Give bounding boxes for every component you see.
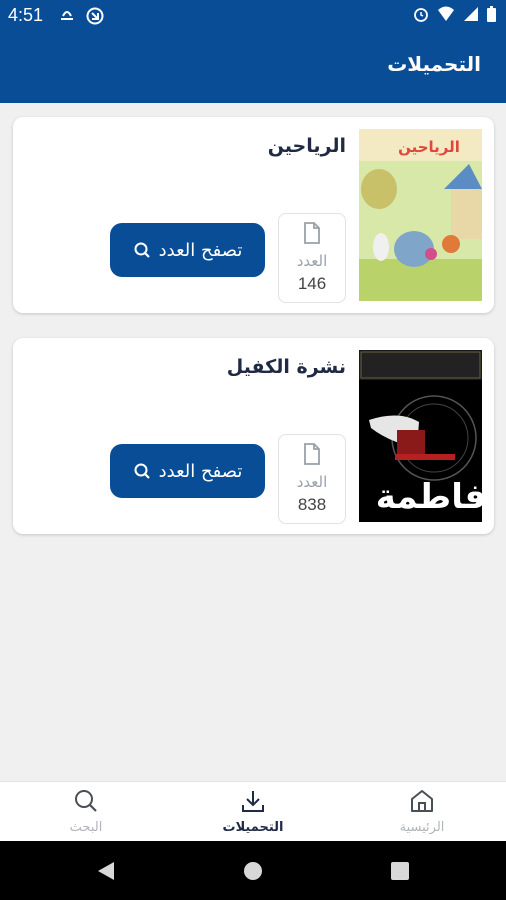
nav-label-downloads: التحميلات [222, 820, 284, 835]
wifi-icon [438, 6, 454, 21]
issue-count-label: العدد [296, 252, 328, 270]
nav-item-downloads[interactable]: التحميلات [193, 788, 313, 835]
alarm-icon [414, 8, 428, 22]
browse-issue-button[interactable]: تصفح العدد [110, 223, 265, 277]
magazine-title: نشرة الكفيل [226, 356, 346, 378]
recents-icon[interactable] [391, 862, 409, 880]
bottom-navigation: البحث التحميلات الرئيسية [0, 781, 506, 842]
page-title: التحميلات [387, 52, 481, 76]
system-navigation-bar [0, 841, 506, 900]
status-bar: 4:51 [0, 0, 506, 30]
nav-label-search: البحث [69, 820, 103, 835]
status-time: 4:51 [8, 5, 44, 25]
search-icon [75, 790, 97, 812]
nav-item-search[interactable]: البحث [26, 788, 146, 835]
battery-icon [487, 6, 496, 22]
browse-issue-label: تصفح العدد [158, 239, 243, 261]
issue-count-box: العدد 146 [278, 213, 346, 303]
magazine-cover-image[interactable]: الرياحين [359, 129, 482, 301]
issue-count-box: العدد 838 [278, 434, 346, 524]
magazine-title: الرياحين [267, 135, 346, 157]
home-icon [411, 790, 433, 812]
nav-label-home: الرئيسية [399, 820, 445, 835]
document-icon [304, 443, 320, 465]
sync-notification-icon [86, 7, 104, 25]
browse-issue-button[interactable]: تصفح العدد [110, 444, 265, 498]
browse-issue-label: تصفح العدد [158, 460, 243, 482]
signal-icon [464, 7, 478, 21]
magazine-card: فاطمة نشرة الكفيل العدد 838 تصفح العدد [13, 338, 494, 534]
magazine-cover-image[interactable]: فاطمة [359, 350, 482, 522]
app-bar: التحميلات [0, 30, 506, 103]
magazine-card: الرياحين الرياحين العدد 146 تصفح العدد [13, 117, 494, 313]
cover-logo-text: الرياحين [398, 138, 460, 156]
cover-logo-text: فاطمة [376, 477, 482, 517]
upload-notification-icon [61, 11, 73, 20]
downloads-list[interactable]: الرياحين الرياحين العدد 146 تصفح العدد ف… [0, 103, 506, 781]
issue-count-value: 838 [297, 495, 327, 514]
search-icon [134, 242, 150, 258]
download-icon [242, 791, 264, 812]
nav-item-home[interactable]: الرئيسية [362, 788, 482, 835]
issue-count-label: العدد [296, 473, 328, 491]
home-circle-icon[interactable] [243, 861, 263, 881]
document-icon [304, 222, 320, 244]
search-icon [134, 463, 150, 479]
issue-count-value: 146 [297, 274, 327, 293]
back-icon[interactable] [96, 861, 116, 881]
